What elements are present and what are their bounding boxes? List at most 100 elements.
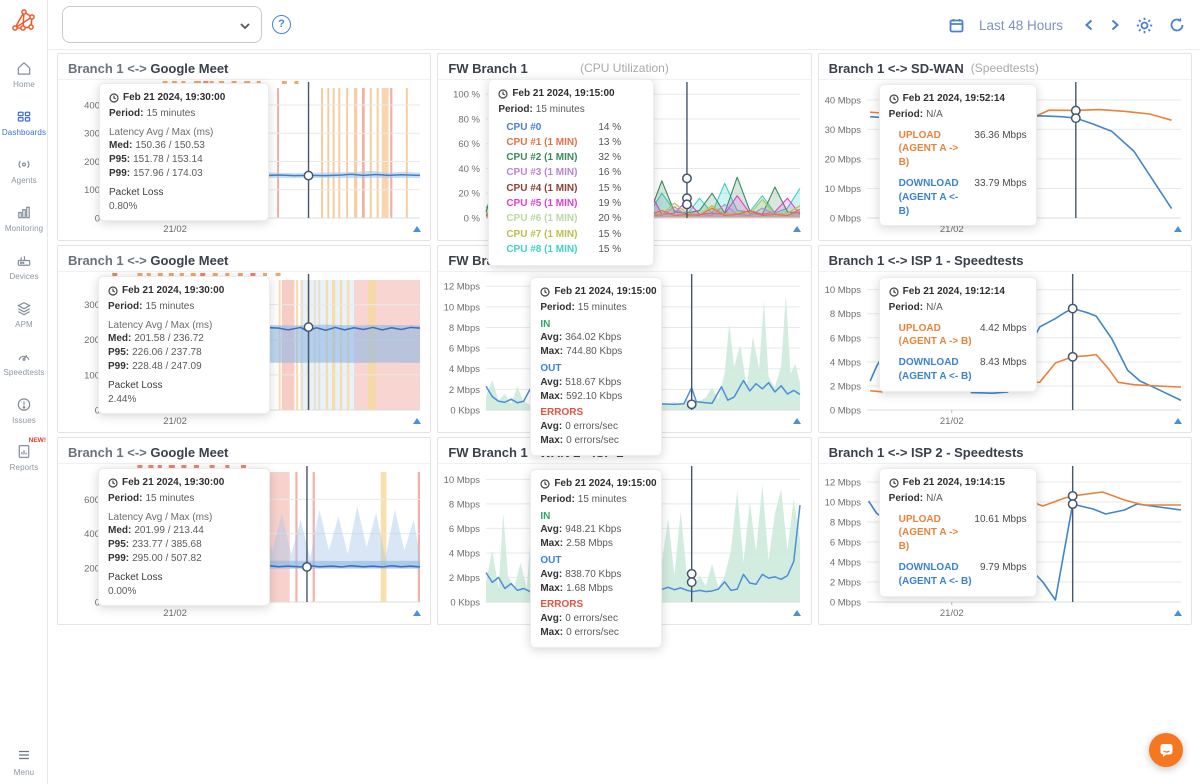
sidebar-item-dashboards[interactable]: Dashboards <box>0 108 48 137</box>
svg-text:10 Mbps: 10 Mbps <box>444 302 481 313</box>
card-title: FW Branch 1 (CPU Utilization) <box>438 54 810 80</box>
tooltip-timestamp: Feb 21 2024, 19:30:00 <box>108 284 260 298</box>
svg-text:2 Mbps: 2 Mbps <box>449 385 480 396</box>
clock-icon <box>109 93 119 103</box>
svg-text:21/02: 21/02 <box>940 608 964 619</box>
sidebar-item-issues[interactable]: Issues <box>0 396 48 425</box>
svg-text:6 Mbps: 6 Mbps <box>830 333 861 344</box>
svg-text:2 Mbps: 2 Mbps <box>830 381 861 392</box>
svg-text:10 Mbps: 10 Mbps <box>444 475 481 486</box>
svg-text:6 Mbps: 6 Mbps <box>830 538 861 549</box>
tooltip-timestamp: Feb 21 2024, 19:12:14 <box>889 285 1027 299</box>
svg-text:6 Mbps: 6 Mbps <box>449 344 480 355</box>
sidebar-item-agents[interactable]: Agents <box>0 156 48 185</box>
settings-gear-icon[interactable] <box>1135 16 1154 35</box>
card-title: Branch 1 <-> Google Meet <box>58 246 430 272</box>
card-title: Branch 1 <-> Google Meet <box>58 438 430 464</box>
clock-icon <box>540 479 550 489</box>
tooltip-timestamp: Feb 21 2024, 19:15:00 <box>540 477 652 491</box>
sidebar-item-menu[interactable]: Menu <box>0 748 48 777</box>
chat-button[interactable] <box>1149 733 1183 767</box>
chart-tooltip: Feb 21 2024, 19:15:00 Period:15 minutes … <box>530 277 662 456</box>
home-icon <box>0 60 48 77</box>
clock-icon <box>540 287 550 297</box>
chart-tooltip: Feb 21 2024, 19:52:14 Period:N/A UPLOAD … <box>879 84 1037 226</box>
svg-text:0 Mbps: 0 Mbps <box>830 406 861 417</box>
calendar-icon[interactable] <box>948 17 965 34</box>
clock-icon <box>498 89 508 99</box>
svg-text:40 %: 40 % <box>459 164 481 175</box>
svg-text:4 Mbps: 4 Mbps <box>449 364 480 375</box>
svg-text:21/02: 21/02 <box>163 608 187 619</box>
svg-text:300: 300 <box>84 129 100 140</box>
sidebar-item-speedtests[interactable]: Speedtests <box>0 348 48 377</box>
tooltip-timestamp: Feb 21 2024, 19:15:00 <box>540 285 652 299</box>
tooltip-timestamp: Feb 21 2024, 19:14:15 <box>889 476 1027 490</box>
svg-text:2 Mbps: 2 Mbps <box>449 573 480 584</box>
sidebar-item-monitoring[interactable]: Monitoring <box>0 204 48 233</box>
dashboard-select[interactable] <box>62 6 262 43</box>
chart-tooltip: Feb 21 2024, 19:15:00 Period:15 minutes … <box>530 469 662 648</box>
svg-text:12 Mbps: 12 Mbps <box>444 282 481 293</box>
sidebar-item-devices[interactable]: Devices <box>0 252 48 281</box>
reports-icon <box>0 443 48 460</box>
chart-card-isp2-speedtests: Branch 1 <-> ISP 2 - Speedtests 0 Mbps 2 … <box>818 437 1192 625</box>
svg-text:20 Mbps: 20 Mbps <box>824 154 861 165</box>
svg-text:0 %: 0 % <box>464 214 481 225</box>
tooltip-timestamp: Feb 21 2024, 19:30:00 <box>108 476 260 490</box>
apm-icon <box>0 300 48 317</box>
speedtests-icon <box>0 348 48 365</box>
chevron-right-icon[interactable] <box>1109 18 1121 32</box>
card-title: Branch 1 <-> ISP 1 - Speedtests <box>819 246 1191 272</box>
sidebar: Home Dashboards Agents Monitoring Device… <box>0 0 48 784</box>
svg-text:80 %: 80 % <box>459 114 481 125</box>
svg-text:8 Mbps: 8 Mbps <box>830 309 861 320</box>
chart-card-fw-branch1-cpu: FW Branch 1 (CPU Utilization) 0 %20 %40 … <box>437 53 811 241</box>
svg-text:2 Mbps: 2 Mbps <box>830 578 861 589</box>
sidebar-item-home[interactable]: Home <box>0 60 48 89</box>
svg-text:21/02: 21/02 <box>163 224 187 235</box>
svg-text:400: 400 <box>84 100 100 111</box>
tooltip-timestamp: Feb 21 2024, 19:52:14 <box>889 92 1027 106</box>
card-title: Branch 1 <-> Google Meet <box>58 54 430 80</box>
svg-text:100: 100 <box>84 185 100 196</box>
chart-tooltip: Feb 21 2024, 19:30:00 Period:15 minutes … <box>99 83 269 221</box>
svg-text:12 Mbps: 12 Mbps <box>824 478 861 489</box>
chart-tooltip: Feb 21 2024, 19:14:15 Period:N/A UPLOAD … <box>879 468 1037 597</box>
chart-card-isp1-speedtests: Branch 1 <-> ISP 1 - Speedtests 0 Mbps 2 … <box>818 245 1192 433</box>
svg-text:10 Mbps: 10 Mbps <box>824 184 861 195</box>
svg-text:6 Mbps: 6 Mbps <box>449 524 480 535</box>
chart-card-wan2-isp2: FW Branch 1 - WAN 2 - ISP 2 0 Kbps2 Mbps… <box>437 437 811 625</box>
svg-text:8 Mbps: 8 Mbps <box>830 518 861 529</box>
sidebar-item-apm[interactable]: APM <box>0 300 48 329</box>
svg-text:10 Mbps: 10 Mbps <box>824 285 861 296</box>
card-title: Branch 1 <-> SD-WAN (Speedtests) <box>819 54 1191 80</box>
dashboard-grid: Branch 1 <-> Google Meet 010020030040021… <box>48 50 1200 625</box>
chart-card-google-meet-1: Branch 1 <-> Google Meet 010020030040021… <box>57 53 431 241</box>
sidebar-item-reports[interactable]: NEW! Reports <box>0 443 48 472</box>
clock-icon <box>889 478 899 488</box>
card-title: Branch 1 <-> ISP 2 - Speedtests <box>819 438 1191 464</box>
issues-icon <box>0 396 48 413</box>
svg-text:21/02: 21/02 <box>163 416 187 427</box>
svg-text:10 Mbps: 10 Mbps <box>824 498 861 509</box>
chevron-down-icon <box>239 20 251 32</box>
chart-card-google-meet-2: Branch 1 <-> Google Meet 010020030021/02… <box>57 245 431 433</box>
clock-icon <box>108 478 118 488</box>
svg-text:100 %: 100 % <box>453 90 480 101</box>
chevron-left-icon[interactable] <box>1083 18 1095 32</box>
topbar: ? Last 48 Hours <box>48 0 1200 50</box>
monitoring-icon <box>0 204 48 221</box>
tooltip-timestamp: Feb 21 2024, 19:30:00 <box>109 91 259 105</box>
svg-text:0 Mbps: 0 Mbps <box>830 598 861 609</box>
devices-icon <box>0 252 48 269</box>
refresh-icon[interactable] <box>1168 16 1186 34</box>
agents-icon <box>0 156 48 173</box>
dashboards-icon <box>0 108 48 125</box>
help-icon[interactable]: ? <box>272 15 291 34</box>
date-range-label[interactable]: Last 48 Hours <box>979 18 1063 33</box>
app-logo[interactable] <box>11 8 37 34</box>
svg-text:0 Kbps: 0 Kbps <box>451 598 481 609</box>
svg-text:21/02: 21/02 <box>940 416 964 427</box>
chart-card-wan1-isp1: FW Branch 1 - WAN 1 - ISP 1 0 Kbps2 Mbps… <box>437 245 811 433</box>
